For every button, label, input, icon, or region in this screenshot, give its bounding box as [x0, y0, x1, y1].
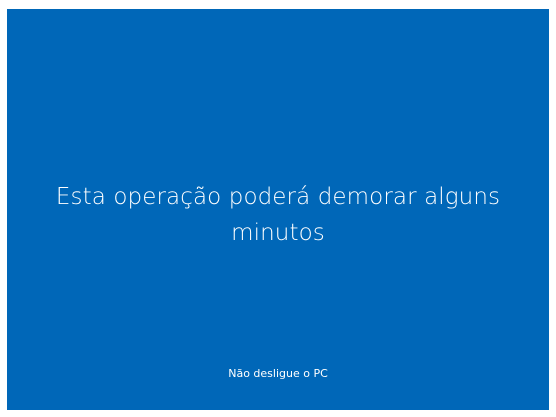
progress-message-line-2: minutos — [231, 220, 325, 246]
progress-message: Esta operação poderá demorar alguns minu… — [7, 179, 549, 251]
do-not-turn-off-hint: Não desligue o PC — [228, 367, 328, 380]
progress-message-line-1: Esta operação poderá demorar alguns — [55, 184, 501, 210]
update-screen: Esta operação poderá demorar alguns minu… — [7, 9, 549, 410]
